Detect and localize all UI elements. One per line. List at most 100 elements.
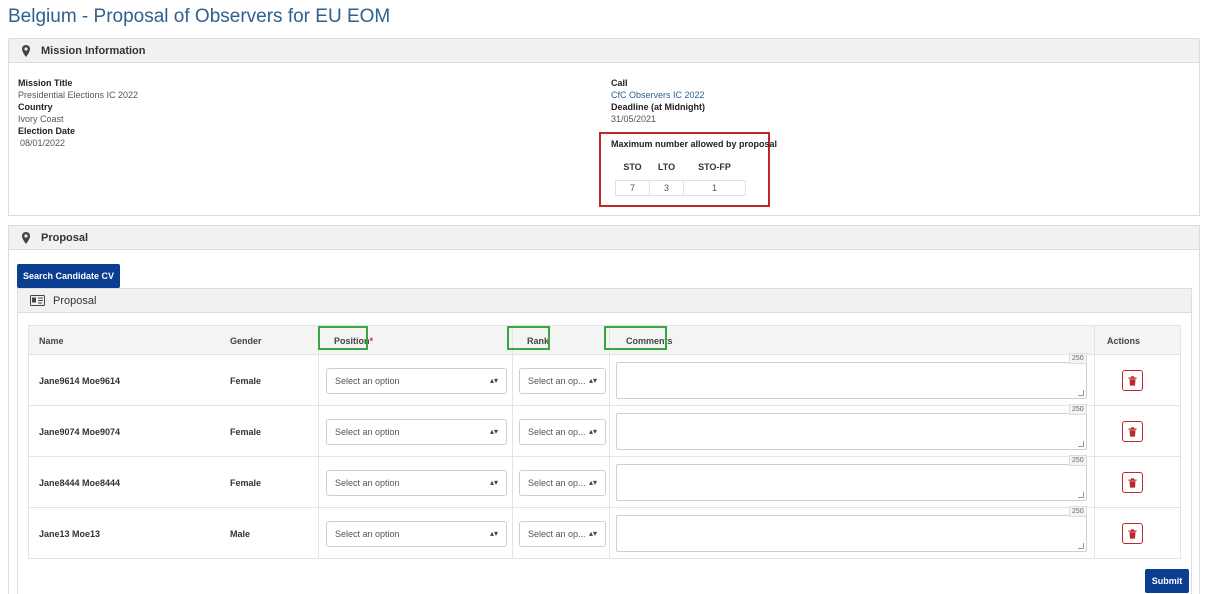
candidate-gender: Female bbox=[230, 478, 262, 488]
position-select[interactable]: Select an option ▴▾ bbox=[326, 470, 507, 496]
max-value-sto-fp: 1 bbox=[683, 179, 746, 196]
rank-select-value: Select an op... bbox=[528, 478, 586, 488]
max-value-sto: 7 bbox=[615, 179, 650, 196]
id-card-icon bbox=[30, 295, 45, 306]
character-counter: 250 bbox=[1069, 506, 1087, 517]
election-date-label: Election Date bbox=[18, 126, 76, 136]
submit-button[interactable]: Submit bbox=[1145, 569, 1189, 593]
position-select-value: Select an option bbox=[335, 478, 400, 488]
max-allowed-label: Maximum number allowed by proposal bbox=[611, 139, 778, 149]
caret-updown-icon: ▴▾ bbox=[588, 529, 597, 538]
rank-column-highlight bbox=[507, 326, 550, 350]
max-header-sto-fp: STO-FP bbox=[683, 154, 746, 181]
mission-title-value: Presidential Elections IC 2022 bbox=[18, 90, 139, 100]
column-divider bbox=[609, 457, 610, 507]
country-label: Country bbox=[18, 102, 53, 112]
candidates-table: Name Gender Position* Rank Comments Acti… bbox=[28, 325, 1181, 559]
max-value-lto: 3 bbox=[649, 179, 684, 196]
delete-row-button[interactable] bbox=[1122, 421, 1143, 442]
comments-textarea[interactable] bbox=[616, 515, 1087, 552]
resize-handle-icon[interactable] bbox=[1078, 492, 1084, 498]
table-row: Jane9614 Moe9614 Female Select an option… bbox=[28, 353, 1181, 406]
trash-icon bbox=[1128, 477, 1137, 488]
rank-select[interactable]: Select an op... ▴▾ bbox=[519, 368, 606, 394]
resize-handle-icon[interactable] bbox=[1078, 543, 1084, 549]
mission-title-label: Mission Title bbox=[18, 78, 73, 88]
search-candidate-cv-button[interactable]: Search Candidate CV bbox=[17, 264, 120, 288]
rank-select-value: Select an op... bbox=[528, 427, 586, 437]
column-divider bbox=[1094, 355, 1095, 405]
position-select-value: Select an option bbox=[335, 427, 400, 437]
map-pin-icon bbox=[22, 44, 30, 57]
character-counter: 250 bbox=[1069, 404, 1087, 415]
call-link[interactable]: CfC Observers IC 2022 bbox=[611, 89, 705, 101]
caret-updown-icon: ▴▾ bbox=[588, 478, 597, 487]
comments-textarea[interactable] bbox=[616, 413, 1087, 450]
caret-updown-icon: ▴▾ bbox=[588, 376, 597, 385]
position-select[interactable]: Select an option ▴▾ bbox=[326, 368, 507, 394]
column-divider bbox=[1094, 326, 1095, 354]
column-divider bbox=[512, 508, 513, 558]
caret-updown-icon: ▴▾ bbox=[489, 376, 498, 385]
table-row: Jane13 Moe13 Male Select an option ▴▾ Sel… bbox=[28, 506, 1181, 559]
column-divider bbox=[609, 355, 610, 405]
rank-select[interactable]: Select an op... ▴▾ bbox=[519, 521, 606, 547]
column-name: Name bbox=[39, 336, 64, 346]
column-divider bbox=[512, 457, 513, 507]
trash-icon bbox=[1128, 426, 1137, 437]
mission-details-left: Mission Title Presidential Elections IC … bbox=[18, 77, 138, 149]
mission-details-right: Call CfC Observers IC 2022 Deadline (at … bbox=[611, 77, 705, 125]
column-divider bbox=[512, 355, 513, 405]
max-allowed-table: STO LTO STO-FP 7 3 1 bbox=[615, 154, 746, 196]
candidate-name: Jane9074 Moe9074 bbox=[39, 427, 121, 437]
rank-select-value: Select an op... bbox=[528, 376, 586, 386]
caret-updown-icon: ▴▾ bbox=[588, 427, 597, 436]
proposal-panel-header: Proposal bbox=[9, 226, 1199, 250]
comments-textarea[interactable] bbox=[616, 362, 1087, 399]
deadline-label: Deadline (at Midnight) bbox=[611, 102, 705, 112]
rank-select[interactable]: Select an op... ▴▾ bbox=[519, 470, 606, 496]
column-divider bbox=[512, 406, 513, 456]
caret-updown-icon: ▴▾ bbox=[489, 478, 498, 487]
table-row: Jane8444 Moe8444 Female Select an option… bbox=[28, 455, 1181, 508]
resize-handle-icon[interactable] bbox=[1078, 441, 1084, 447]
trash-icon bbox=[1128, 375, 1137, 386]
trash-icon bbox=[1128, 528, 1137, 539]
position-column-highlight bbox=[318, 326, 368, 350]
map-pin-icon bbox=[22, 231, 30, 244]
comments-textarea[interactable] bbox=[616, 464, 1087, 501]
character-counter: 250 bbox=[1069, 455, 1087, 466]
mission-panel-title: Mission Information bbox=[41, 44, 146, 57]
country-value: Ivory Coast bbox=[18, 114, 64, 124]
position-select[interactable]: Select an option ▴▾ bbox=[326, 521, 507, 547]
delete-row-button[interactable] bbox=[1122, 472, 1143, 493]
column-divider bbox=[318, 457, 319, 507]
rank-select[interactable]: Select an op... ▴▾ bbox=[519, 419, 606, 445]
table-row: Jane9074 Moe9074 Female Select an option… bbox=[28, 404, 1181, 457]
delete-row-button[interactable] bbox=[1122, 523, 1143, 544]
candidate-gender: Female bbox=[230, 376, 262, 386]
position-select[interactable]: Select an option ▴▾ bbox=[326, 419, 507, 445]
candidate-gender: Female bbox=[230, 427, 262, 437]
mission-panel-header: Mission Information bbox=[9, 39, 1199, 63]
proposal-panel-title: Proposal bbox=[41, 231, 89, 244]
election-date-value: 08/01/2022 bbox=[20, 138, 66, 148]
deadline-value: 31/05/2021 bbox=[611, 114, 657, 124]
comments-column-highlight bbox=[604, 326, 667, 350]
column-actions: Actions bbox=[1107, 336, 1141, 346]
candidate-name: Jane9614 Moe9614 bbox=[39, 376, 121, 386]
column-divider bbox=[1094, 406, 1095, 456]
delete-row-button[interactable] bbox=[1122, 370, 1143, 391]
max-header-lto: LTO bbox=[649, 154, 684, 181]
caret-updown-icon: ▴▾ bbox=[489, 427, 498, 436]
column-divider bbox=[318, 508, 319, 558]
call-label: Call bbox=[611, 78, 628, 88]
column-divider bbox=[318, 406, 319, 456]
column-divider bbox=[609, 406, 610, 456]
column-divider bbox=[1094, 508, 1095, 558]
candidate-name: Jane13 Moe13 bbox=[39, 529, 101, 539]
max-header-sto: STO bbox=[615, 154, 650, 181]
resize-handle-icon[interactable] bbox=[1078, 390, 1084, 396]
caret-updown-icon: ▴▾ bbox=[489, 529, 498, 538]
column-gender: Gender bbox=[230, 336, 262, 346]
